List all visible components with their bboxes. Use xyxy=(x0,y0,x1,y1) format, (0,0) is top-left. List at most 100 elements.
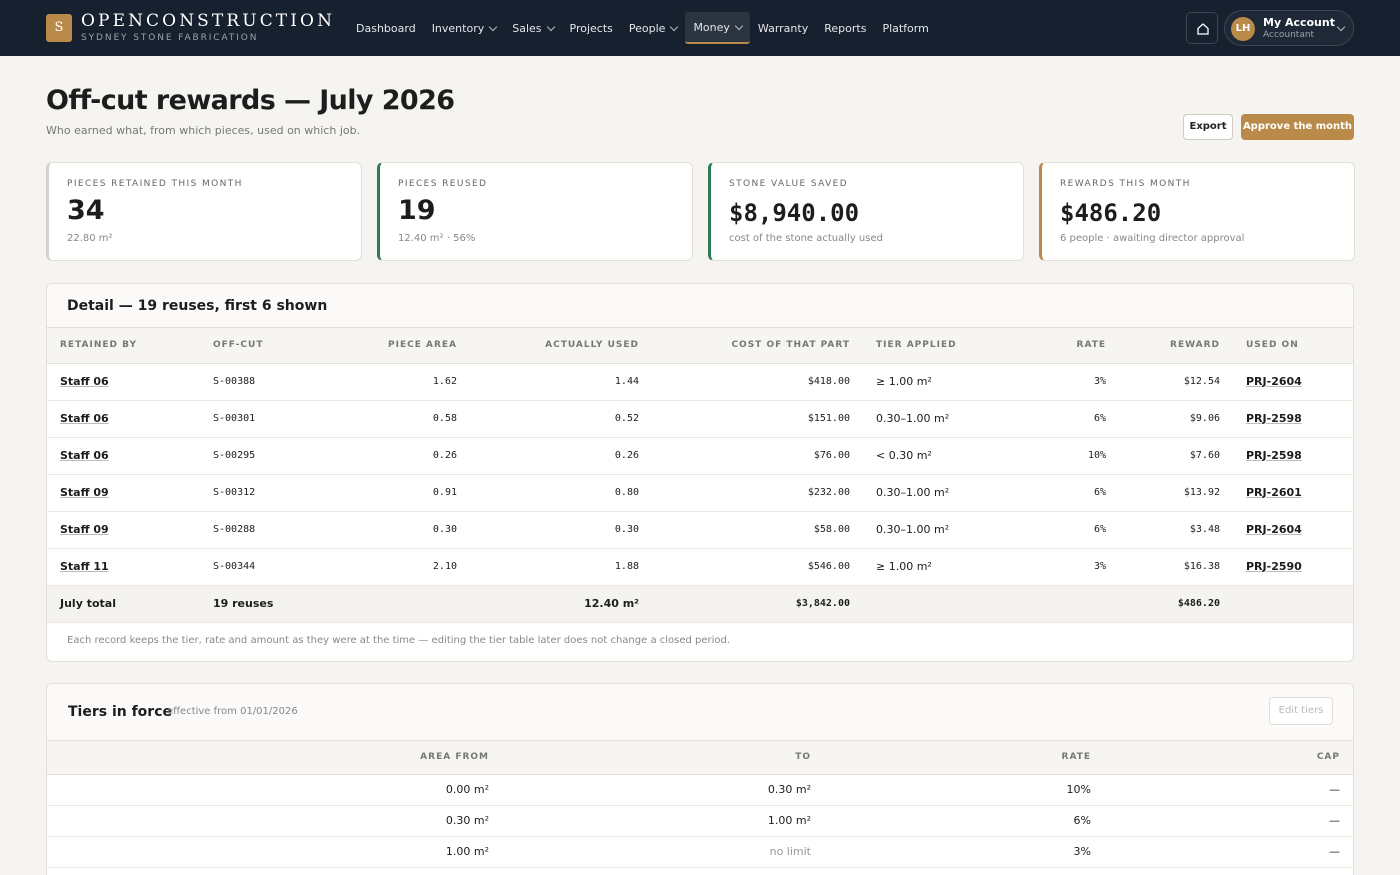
nav-label: Dashboard xyxy=(356,21,416,35)
tier-row: 0.00 m² 0.30 m² 10% — xyxy=(47,774,1353,806)
nav-label: Inventory xyxy=(431,21,485,35)
cell-tier: < 0.30 m² xyxy=(863,437,1003,475)
tier-cap: — xyxy=(1104,774,1353,806)
home-button[interactable] xyxy=(1186,12,1218,44)
nav-label: Sales xyxy=(512,21,542,35)
cell-tier: 0.30–1.00 m² xyxy=(863,474,1003,512)
kpi-card-rewards: REWARDS THIS MONTH $486.20 6 people · aw… xyxy=(1039,162,1355,261)
kpi-note: 12.40 m² · 56% xyxy=(398,233,476,244)
tier-from: 1.00 m² xyxy=(47,836,502,868)
nav-money[interactable]: Money xyxy=(685,12,750,44)
cell-reward: $16.38 xyxy=(1119,548,1233,586)
tier-cap: — xyxy=(1104,836,1353,868)
cell-staff[interactable]: Staff 09 xyxy=(47,511,200,549)
col-to: TO xyxy=(502,741,824,775)
cell-job-link[interactable]: PRJ-2590 xyxy=(1233,548,1353,586)
cell-tier: ≥ 1.00 m² xyxy=(863,548,1003,586)
edit-tiers-button[interactable]: Edit tiers xyxy=(1269,697,1333,725)
total-count: 19 reuses xyxy=(200,584,320,623)
tier-to: 1.00 m² xyxy=(502,805,824,837)
nav-dashboard[interactable]: Dashboard xyxy=(348,12,424,44)
cell-job-link[interactable]: PRJ-2598 xyxy=(1233,400,1353,438)
cell-area: 0.26 xyxy=(320,437,470,475)
cell-rate: 10% xyxy=(1003,437,1119,475)
total-row: July total 19 reuses 12.40 m² $3,842.00 $486… xyxy=(47,584,1353,623)
cell-used: 0.26 xyxy=(470,437,652,475)
logo[interactable]: S xyxy=(46,14,72,42)
top-bar: S OPENCONSTRUCTION SYDNEY STONE FABRICAT… xyxy=(0,0,1400,56)
detail-title: Detail — 19 reuses, first 6 shown xyxy=(67,298,328,314)
cell-tier: 0.30–1.00 m² xyxy=(863,400,1003,438)
kpi-label: REWARDS THIS MONTH xyxy=(1060,179,1191,189)
detail-panel: Detail — 19 reuses, first 6 shown RETAIN… xyxy=(46,283,1354,662)
cell-staff[interactable]: Staff 06 xyxy=(47,437,200,475)
cell-staff[interactable]: Staff 11 xyxy=(47,548,200,586)
nav-platform[interactable]: Platform xyxy=(874,12,936,44)
nav-sales[interactable]: Sales xyxy=(504,12,561,44)
col-rate[interactable]: RATE xyxy=(1003,328,1119,364)
cell-offcut: S-00295 xyxy=(200,437,320,475)
total-label: July total xyxy=(47,584,200,623)
cell-job-link[interactable]: PRJ-2604 xyxy=(1233,363,1353,401)
nav-people[interactable]: People xyxy=(621,12,686,44)
col-actually-used[interactable]: ACTUALLY USED xyxy=(470,328,652,364)
cell-staff[interactable]: Staff 09 xyxy=(47,474,200,512)
col-reward[interactable]: REWARD xyxy=(1119,328,1233,364)
kpi-value: $8,940.00 xyxy=(729,199,860,227)
col-used-on[interactable]: USED ON xyxy=(1233,328,1353,364)
cell-area: 0.58 xyxy=(320,400,470,438)
total-empty xyxy=(1003,584,1119,623)
nav-warranty[interactable]: Warranty xyxy=(750,12,816,44)
cell-offcut: S-00301 xyxy=(200,400,320,438)
col-retained-by[interactable]: RETAINED BY xyxy=(47,328,200,364)
col-cost[interactable]: COST OF THAT PART xyxy=(652,328,863,364)
tiers-title: Tiers in force xyxy=(68,704,173,720)
cell-area: 1.62 xyxy=(320,363,470,401)
account-menu[interactable]: LH My Account Accountant xyxy=(1224,10,1354,46)
page-subtitle: Who earned what, from which pieces, used… xyxy=(46,124,361,137)
cell-rate: 6% xyxy=(1003,474,1119,512)
avatar: LH xyxy=(1231,17,1255,41)
col-tier[interactable]: TIER APPLIED xyxy=(863,328,1003,364)
cell-tier: ≥ 1.00 m² xyxy=(863,363,1003,401)
nav-reports[interactable]: Reports xyxy=(816,12,874,44)
approve-month-button[interactable]: Approve the month xyxy=(1241,114,1354,140)
cell-reward: $9.06 xyxy=(1119,400,1233,438)
cell-reward: $12.54 xyxy=(1119,363,1233,401)
account-role: Accountant xyxy=(1263,30,1315,40)
kpi-card-reused: PIECES REUSED 19 12.40 m² · 56% xyxy=(377,162,693,261)
cell-offcut: S-00344 xyxy=(200,548,320,586)
tiers-table: AREA FROM TO RATE CAP 0.00 m² 0.30 m² 10% —… xyxy=(47,741,1353,868)
cell-job-link[interactable]: PRJ-2598 xyxy=(1233,437,1353,475)
table-row: Staff 11 S-00344 2.10 1.88 $546.00 ≥ 1.00 m² 3… xyxy=(47,548,1353,586)
cell-cost: $232.00 xyxy=(652,474,863,512)
tier-from: 0.30 m² xyxy=(47,805,502,837)
cell-reward: $13.92 xyxy=(1119,474,1233,512)
col-offcut[interactable]: OFF-CUT xyxy=(200,328,320,364)
chevron-down-icon xyxy=(1336,22,1346,32)
cell-job-link[interactable]: PRJ-2601 xyxy=(1233,474,1353,512)
cell-staff[interactable]: Staff 06 xyxy=(47,400,200,438)
cell-reward: $3.48 xyxy=(1119,511,1233,549)
export-button[interactable]: Export xyxy=(1183,114,1233,140)
cell-used: 0.52 xyxy=(470,400,652,438)
total-empty xyxy=(863,584,1003,623)
cell-rate: 3% xyxy=(1003,548,1119,586)
cell-reward: $7.60 xyxy=(1119,437,1233,475)
cell-job-link[interactable]: PRJ-2604 xyxy=(1233,511,1353,549)
cell-rate: 3% xyxy=(1003,363,1119,401)
nav-projects[interactable]: Projects xyxy=(562,12,621,44)
detail-footnote: Each record keeps the tier, rate and amo… xyxy=(67,635,731,646)
cell-staff[interactable]: Staff 06 xyxy=(47,363,200,401)
col-piece-area[interactable]: PIECE AREA xyxy=(320,328,470,364)
chevron-down-icon xyxy=(546,22,555,31)
nav-inventory[interactable]: Inventory xyxy=(424,12,505,44)
home-icon xyxy=(1197,23,1209,35)
tiers-effective-date: effective from 01/01/2026 xyxy=(167,706,298,717)
cell-cost: $546.00 xyxy=(652,548,863,586)
cell-area: 0.30 xyxy=(320,511,470,549)
kpi-note: 6 people · awaiting director approval xyxy=(1060,233,1245,244)
cell-cost: $58.00 xyxy=(652,511,863,549)
detail-table: RETAINED BY OFF-CUT PIECE AREA ACTUALLY … xyxy=(47,328,1353,623)
tier-rate: 10% xyxy=(824,774,1104,806)
